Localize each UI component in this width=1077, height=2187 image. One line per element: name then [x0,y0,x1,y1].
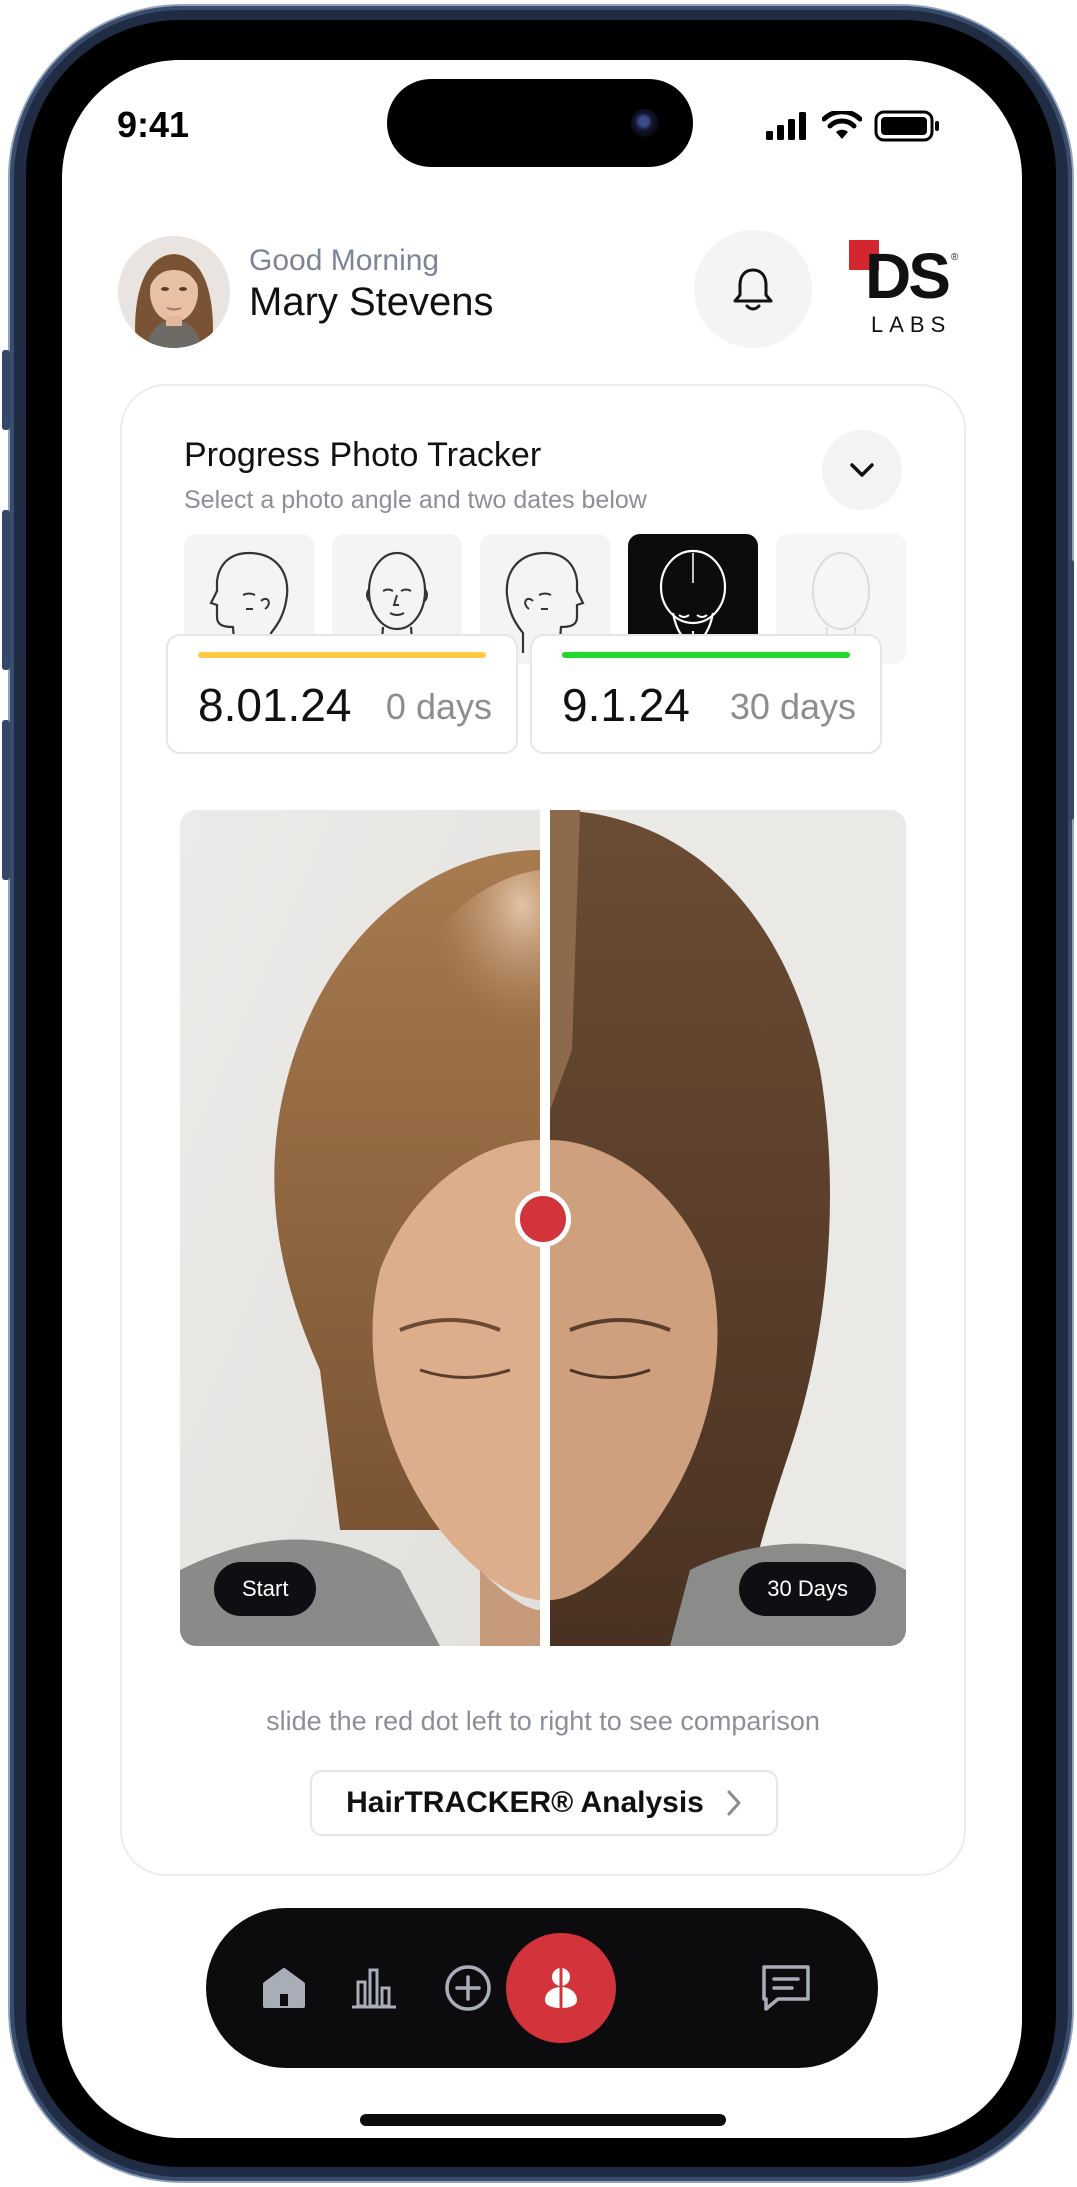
dynamic-island [387,79,693,167]
hairtracker-analysis-button[interactable]: HairTRACKER® Analysis [310,1770,778,1836]
progress-tracker-card: Progress Photo Tracker Select a photo an… [120,384,966,1876]
cellular-signal-icon [766,112,806,140]
wifi-icon [822,111,862,139]
brand-logo: DS ® LABS [849,240,959,340]
comparison-slider-handle[interactable] [515,1191,571,1247]
nav-tracker[interactable] [506,1933,616,2043]
chat-icon [762,1965,810,2011]
comparison-hint: slide the red dot left to right to see c… [266,1706,820,1736]
chevron-down-icon [850,463,874,477]
status-time: 9:41 [117,104,190,145]
end-date-value: 9.1.24 [562,679,690,731]
tracker-subtitle: Select a photo angle and two dates below [184,486,647,514]
front-camera [631,109,659,137]
end-date-bar [562,652,850,658]
bell-icon [733,268,773,311]
avatar[interactable] [118,236,230,348]
chevron-right-icon [727,1790,741,1816]
volume-up-button [2,510,10,670]
nav-stats[interactable] [326,1940,422,2036]
bottom-nav [206,1908,878,2068]
stats-icon [352,1968,396,2009]
start-photo [180,810,540,1646]
start-date-bar [198,652,486,658]
tracker-title: Progress Photo Tracker [184,436,542,474]
tracker-icon [545,1968,577,2008]
battery-icon [874,110,939,142]
nav-chat[interactable] [738,1940,834,2036]
power-button [1068,560,1074,820]
logo-labs-text: LABS [871,312,952,337]
analysis-button-label: HairTRACKER® Analysis [346,1786,704,1819]
status-icons [766,110,940,142]
nav-home[interactable] [236,1940,332,2036]
day30-photo [550,810,906,1646]
nav-add[interactable] [420,1940,516,2036]
greeting-text: Good Morning [249,244,440,277]
notifications-button[interactable] [694,230,812,348]
start-date-days: 0 days [385,686,492,727]
mute-switch [2,350,10,430]
collapse-button[interactable] [822,430,902,510]
home-icon [263,1968,305,2008]
user-name: Mary Stevens [249,280,494,324]
logo-ds-text: DS [865,240,951,312]
day30-label: 30 Days [739,1562,876,1616]
avatar-photo [118,236,230,348]
volume-down-button [2,720,10,880]
add-icon [445,1965,491,2011]
end-date-days: 30 days [729,686,856,727]
end-date-box[interactable]: 9.1.24 30 days [530,634,882,754]
home-indicator[interactable] [360,2114,726,2126]
logo-registered-mark: ® [951,252,959,263]
screen: 9:41 Good Morning Mary Stevens DS ® LABS… [62,60,1022,2138]
comparison-slider[interactable]: Start 30 Days [180,810,906,1646]
start-date-value: 8.01.24 [198,679,352,731]
start-date-box[interactable]: 8.01.24 0 days [166,634,518,754]
start-label: Start [214,1562,317,1616]
